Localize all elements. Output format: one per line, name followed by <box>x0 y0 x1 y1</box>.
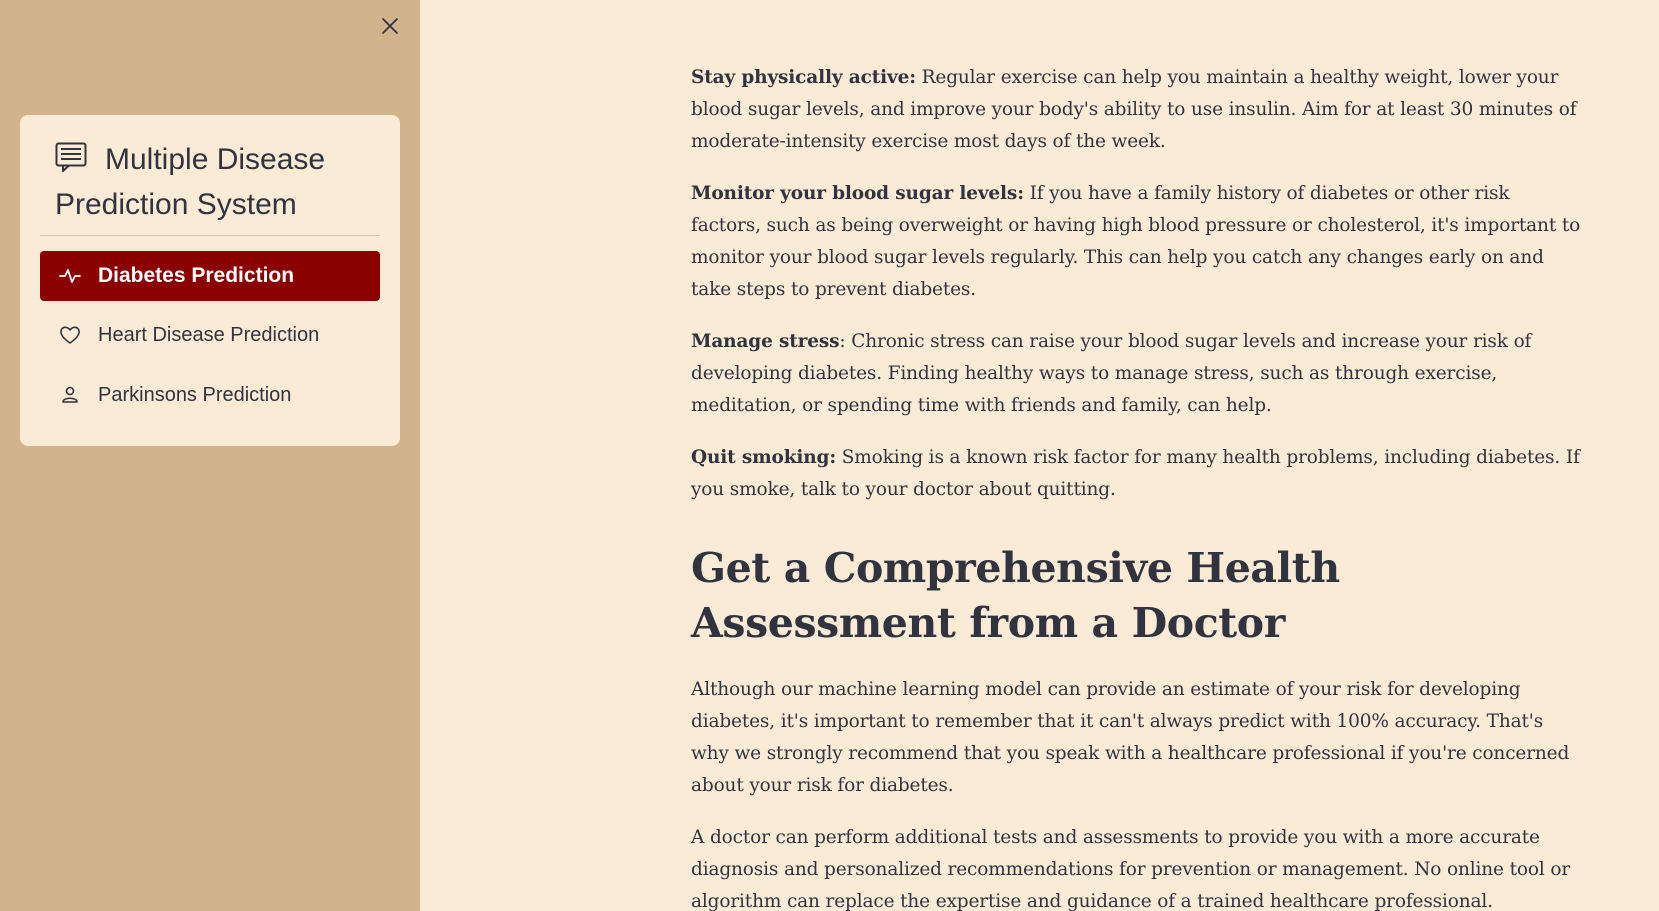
tip-paragraph: Manage stress: Chronic stress can raise … <box>691 326 1581 422</box>
section-heading: Get a Comprehensive Health Assessment fr… <box>691 544 1340 647</box>
body-paragraph: Although our machine learning model can … <box>691 679 1570 796</box>
list-icon <box>55 142 87 172</box>
menu-item-label: Diabetes Prediction <box>98 264 295 287</box>
option-menu: Multiple Disease Prediction System Diabe… <box>20 115 400 446</box>
close-sidebar-button[interactable] <box>376 12 404 40</box>
menu-item-diabetes-prediction[interactable]: Diabetes Prediction <box>40 251 380 301</box>
main-content: Stay physically active: Regular exercise… <box>691 0 1581 911</box>
tip-paragraph: Quit smoking: Smoking is a known risk fa… <box>691 442 1581 506</box>
menu-item-label: Heart Disease Prediction <box>98 323 320 346</box>
heart-icon <box>58 323 82 347</box>
menu-divider <box>40 235 380 236</box>
menu-item-parkinsons-prediction[interactable]: Parkinsons Prediction <box>40 370 380 420</box>
tip-title: Stay physically active: <box>691 67 916 88</box>
tip-paragraph: Monitor your blood sugar levels: If you … <box>691 178 1581 306</box>
sidebar: Multiple Disease Prediction System Diabe… <box>0 0 420 911</box>
person-icon <box>58 383 82 407</box>
close-icon <box>382 18 398 34</box>
body-paragraph: A doctor can perform additional tests an… <box>691 827 1571 911</box>
menu-item-heart-disease-prediction[interactable]: Heart Disease Prediction <box>40 310 380 360</box>
menu-header: Multiple Disease Prediction System <box>55 137 375 227</box>
tip-paragraph: Stay physically active: Regular exercise… <box>691 62 1581 158</box>
activity-icon <box>58 264 82 288</box>
tip-title: Manage stress <box>691 331 840 352</box>
menu-title: Multiple Disease Prediction System <box>55 143 326 221</box>
tip-title: Quit smoking: <box>691 447 837 468</box>
menu-item-label: Parkinsons Prediction <box>98 383 292 406</box>
tip-title: Monitor your blood sugar levels: <box>691 183 1024 204</box>
